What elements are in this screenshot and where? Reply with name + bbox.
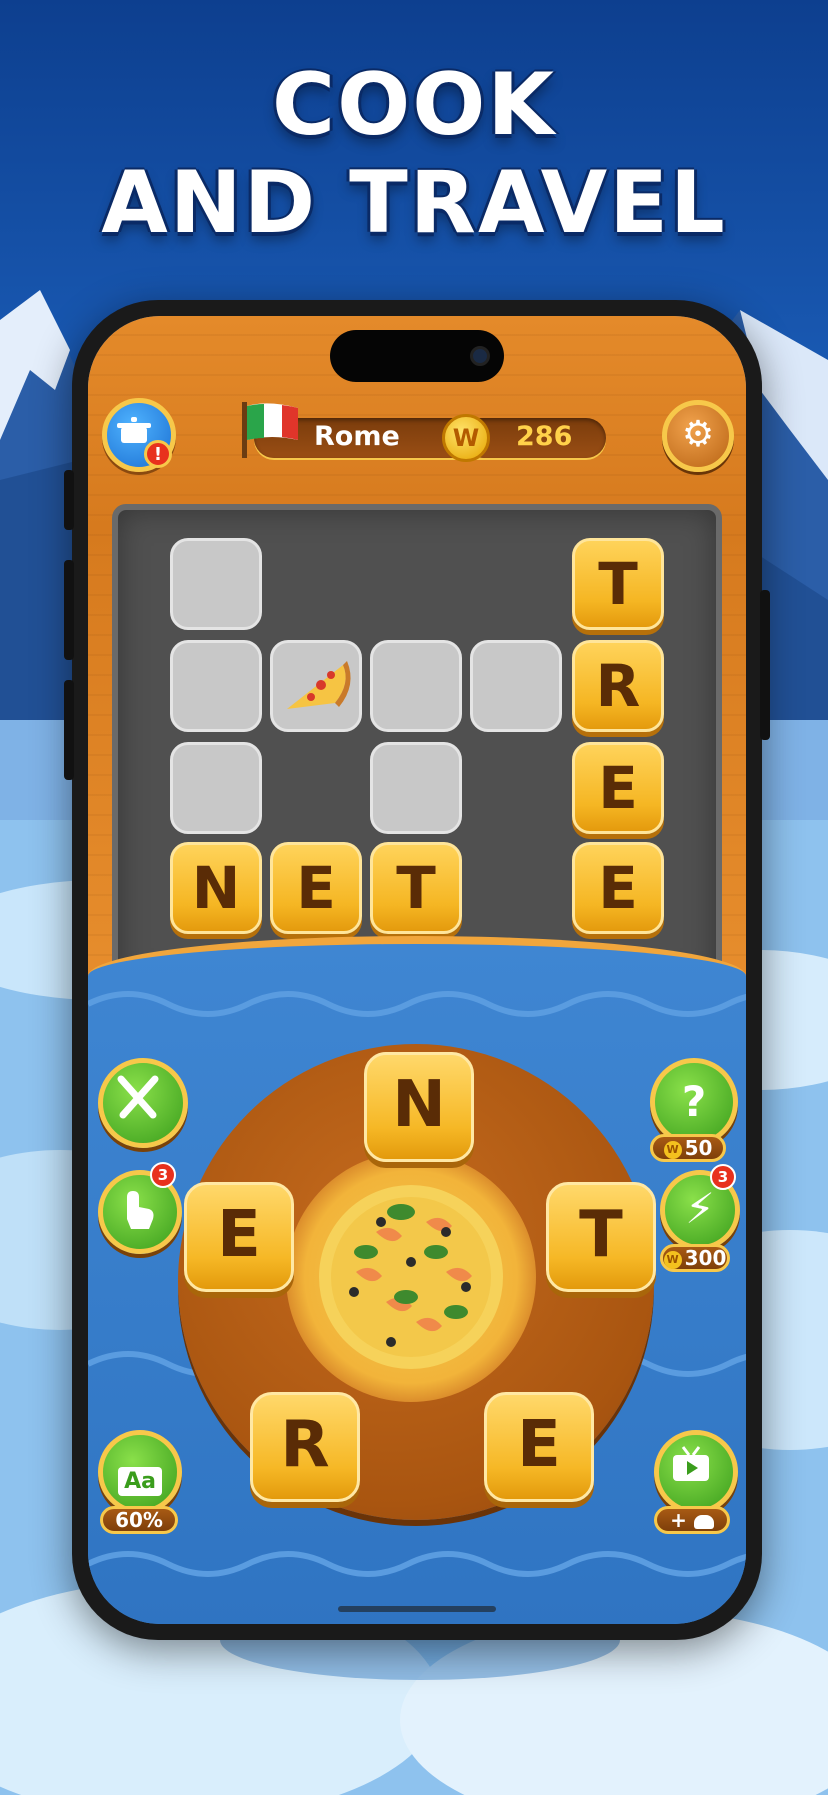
phone-power-button	[760, 590, 770, 740]
wave-decoration	[88, 1551, 746, 1577]
video-reward-plus: +	[670, 1508, 687, 1532]
letter-cell: T	[572, 538, 664, 630]
video-reward-icon	[673, 1446, 709, 1481]
chef-question-icon: ?	[681, 1077, 707, 1126]
empty-cell	[370, 640, 462, 732]
dynamic-island	[330, 330, 504, 382]
fork-knife-icon	[117, 1075, 159, 1119]
lightning-icon: ⚡	[685, 1184, 715, 1233]
wheel-letter[interactable]: E	[484, 1392, 594, 1502]
empty-cell	[470, 640, 562, 732]
dictionary-button[interactable]: Aa	[98, 1430, 182, 1514]
headline-line-2: AND TRAVEL	[101, 153, 727, 253]
wheel-letter[interactable]: T	[546, 1182, 656, 1292]
lightning-price-value: 300	[684, 1246, 727, 1270]
city-name: Rome	[314, 421, 400, 452]
wheel-letter[interactable]: E	[184, 1182, 294, 1292]
coin-icon: W	[663, 1250, 682, 1269]
letter-cell: E	[572, 842, 664, 934]
dictionary-icon: Aa	[118, 1467, 162, 1496]
lightning-count-badge: 3	[710, 1164, 736, 1190]
settings-button[interactable]: ⚙	[662, 400, 734, 472]
dictionary-progress: 60%	[100, 1506, 178, 1534]
game-screen: ! Rome W 286 ⚙ T R E N E T E N E T R E 3…	[88, 316, 746, 1624]
empty-cell	[170, 640, 262, 732]
wheel-letter[interactable]: R	[250, 1392, 360, 1502]
hint-cell[interactable]	[270, 640, 362, 732]
wave-decoration	[88, 991, 746, 1017]
empty-cell	[170, 742, 262, 834]
video-reward-label: +	[654, 1506, 730, 1534]
phone-volume-up	[64, 560, 74, 660]
chef-hint-price: W 50	[650, 1134, 726, 1162]
wheel-letter[interactable]: N	[364, 1052, 474, 1162]
pizza-slice-icon	[287, 661, 351, 709]
coin-count: 286	[516, 421, 573, 452]
empty-cell	[370, 742, 462, 834]
letter-cell: E	[270, 842, 362, 934]
empty-cell	[170, 538, 262, 630]
home-indicator[interactable]	[338, 1606, 496, 1612]
lightning-price: W 300	[660, 1244, 730, 1272]
coin-icon: W	[442, 414, 490, 462]
chef-hat-icon	[693, 1514, 714, 1529]
letter-cell: N	[170, 842, 262, 934]
coin-icon: W	[663, 1140, 682, 1159]
letter-cell: T	[370, 842, 462, 934]
gear-icon: ⚙	[681, 414, 715, 455]
finger-hint-count-badge: 3	[150, 1162, 176, 1188]
phone-side-button	[64, 470, 74, 530]
italy-flag-icon	[242, 402, 298, 458]
alert-badge: !	[144, 440, 172, 468]
phone-frame: ! Rome W 286 ⚙ T R E N E T E N E T R E 3…	[64, 300, 770, 1640]
phone-volume-down	[64, 680, 74, 780]
pizza-icon	[319, 1185, 503, 1369]
chef-hint-price-value: 50	[684, 1136, 713, 1160]
letter-cell: E	[572, 742, 664, 834]
video-reward-button[interactable]	[654, 1430, 738, 1514]
chef-hint-button[interactable]: ?	[650, 1058, 738, 1146]
crossword-board: T R E N E T E	[112, 504, 722, 990]
pizza-center	[286, 1152, 536, 1402]
letter-cell: R	[572, 640, 664, 732]
camera-icon	[470, 346, 490, 366]
headline-line-1: COOK	[272, 55, 556, 155]
cutlery-button[interactable]	[98, 1058, 188, 1148]
